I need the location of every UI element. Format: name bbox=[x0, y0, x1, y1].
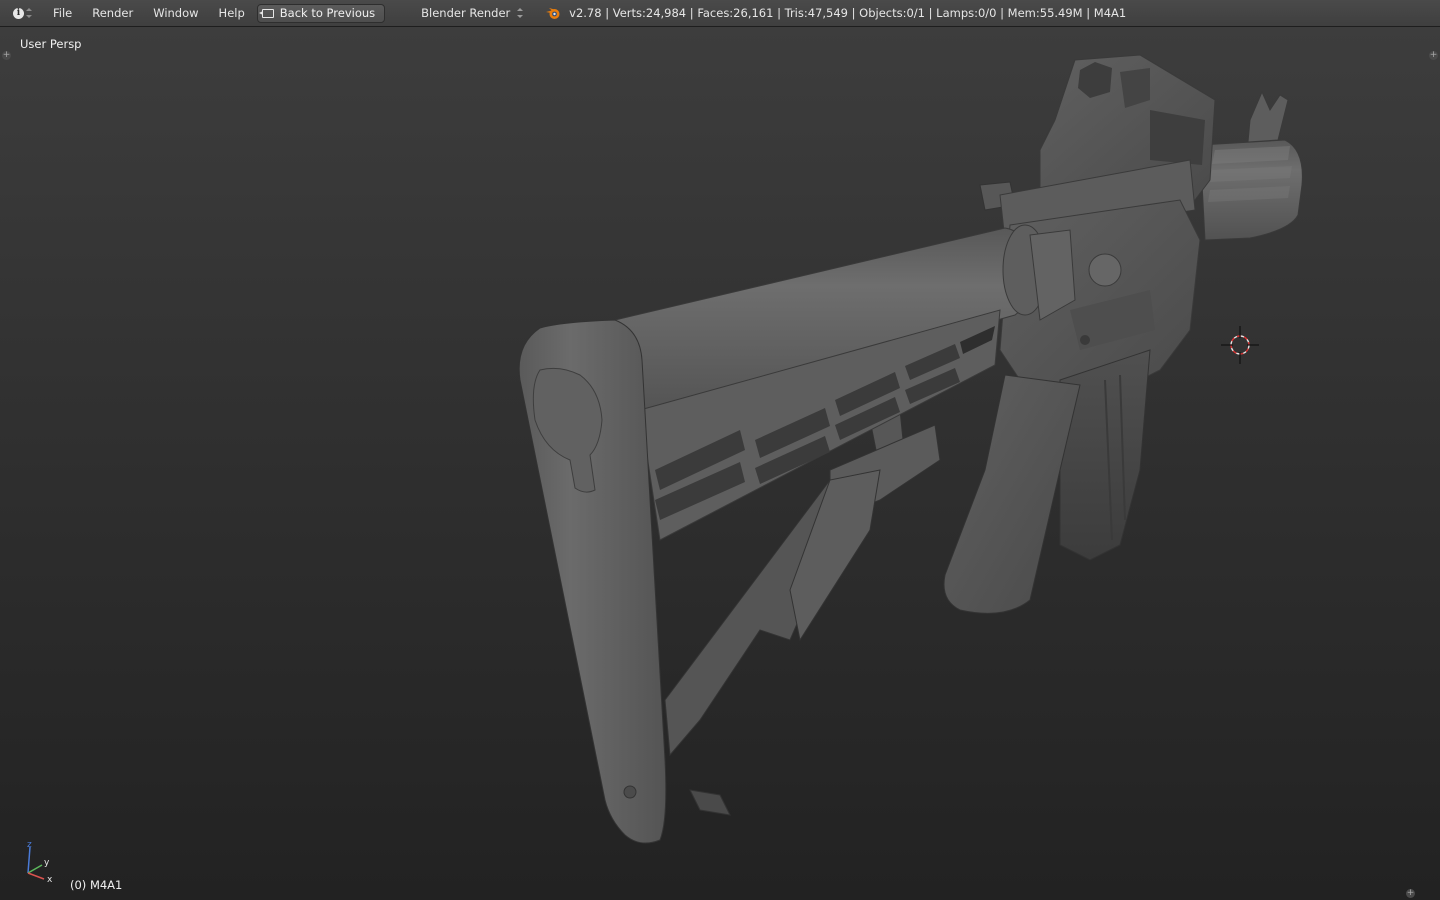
back-to-previous-icon bbox=[258, 8, 274, 18]
axis-gizmo: z y x bbox=[27, 841, 53, 885]
editor-type-selector[interactable]: i bbox=[13, 4, 37, 22]
main-menu: File Render Window Help bbox=[43, 0, 255, 27]
blender-logo-icon bbox=[546, 8, 560, 19]
stock-strut bbox=[664, 469, 881, 816]
info-header: i File Render Window Help Back to Previo… bbox=[0, 0, 1440, 27]
menu-render[interactable]: Render bbox=[82, 0, 143, 27]
render-engine-select[interactable]: Blender Render bbox=[421, 4, 525, 23]
area-split-icon[interactable]: + bbox=[1406, 889, 1415, 898]
region-toggle-right-icon[interactable]: + bbox=[1429, 51, 1438, 60]
magazine bbox=[1059, 349, 1151, 561]
info-icon: i bbox=[13, 7, 24, 19]
axis-y-label: y bbox=[44, 858, 50, 868]
back-to-previous-label: Back to Previous bbox=[279, 6, 376, 20]
render-engine-value: Blender Render bbox=[421, 6, 511, 20]
view-perspective-label: User Persp bbox=[20, 37, 82, 51]
back-to-previous-button[interactable]: Back to Previous bbox=[256, 3, 386, 23]
updown-arrows-icon bbox=[517, 7, 524, 19]
3d-viewport[interactable]: User Persp + + + z y x (0) M4A1 bbox=[0, 27, 1440, 900]
butt-plate bbox=[518, 319, 667, 844]
axis-z-line bbox=[27, 846, 31, 874]
axis-y-line bbox=[27, 864, 43, 874]
menu-help[interactable]: Help bbox=[209, 0, 255, 27]
axis-z-label: z bbox=[27, 841, 32, 850]
menu-file[interactable]: File bbox=[43, 0, 82, 27]
3d-cursor-icon[interactable] bbox=[1219, 324, 1261, 366]
axis-x-line bbox=[27, 872, 45, 880]
menu-window[interactable]: Window bbox=[143, 0, 208, 27]
scene-statistics: v2.78 | Verts:24,984 | Faces:26,161 | Tr… bbox=[569, 6, 1127, 20]
active-object-label: (0) M4A1 bbox=[70, 878, 123, 892]
axis-x-label: x bbox=[47, 875, 53, 885]
handguard bbox=[1199, 90, 1303, 241]
blender-window: i File Render Window Help Back to Previo… bbox=[0, 0, 1440, 900]
region-toggle-left-icon[interactable]: + bbox=[2, 51, 11, 60]
m4a1-mesh bbox=[518, 54, 1303, 844]
updown-arrows-icon bbox=[26, 7, 32, 19]
